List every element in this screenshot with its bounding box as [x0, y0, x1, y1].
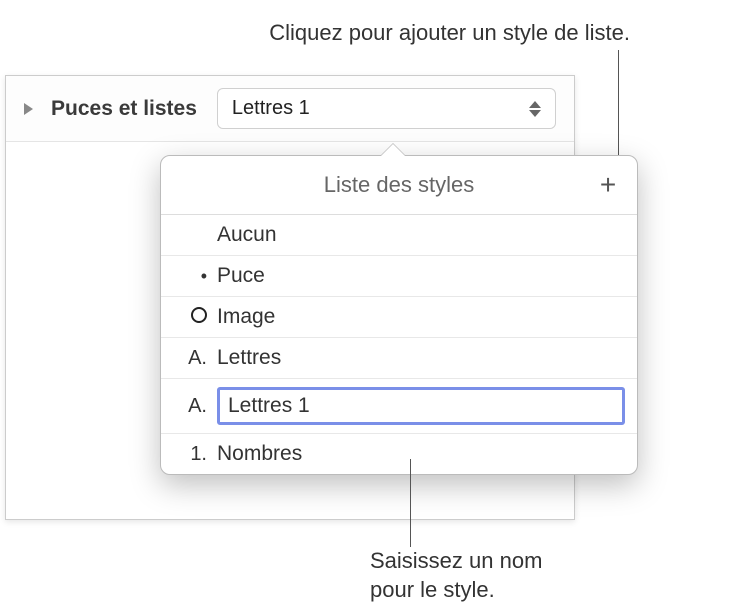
style-item-image[interactable]: Image — [161, 297, 637, 338]
style-list: Aucun Puce Image A. Lettres A. 1. Nombre… — [161, 215, 637, 474]
style-name-input[interactable] — [217, 387, 625, 425]
popover-title: Liste des styles — [324, 172, 474, 198]
callout-bottom-line2: pour le style. — [370, 576, 542, 605]
callout-bottom-line1: Saisissez un nom — [370, 547, 542, 576]
circle-icon — [173, 306, 217, 329]
marker-numbers: 1. — [173, 443, 217, 466]
dropdown-value: Lettres 1 — [232, 97, 310, 120]
style-label-numbers: Nombres — [217, 442, 625, 466]
bullet-icon — [173, 265, 217, 288]
list-style-dropdown[interactable]: Lettres 1 — [217, 88, 556, 129]
style-label-none: Aucun — [217, 223, 625, 247]
popover-title-bar: Liste des styles — [161, 156, 637, 215]
style-item-none[interactable]: Aucun — [161, 215, 637, 256]
chevron-updown-icon — [529, 101, 541, 117]
style-label-letters: Lettres — [217, 346, 625, 370]
style-item-bullet[interactable]: Puce — [161, 256, 637, 297]
style-item-letters[interactable]: A. Lettres — [161, 338, 637, 379]
add-style-button[interactable] — [595, 172, 621, 198]
style-label-bullet: Puce — [217, 264, 625, 288]
styles-popover: Liste des styles Aucun Puce Image A. Let… — [160, 155, 638, 475]
marker-letters: A. — [173, 347, 217, 370]
panel-header: Puces et listes Lettres 1 — [6, 76, 574, 142]
style-item-numbers[interactable]: 1. Nombres — [161, 434, 637, 474]
marker-letters1: A. — [173, 395, 217, 418]
callout-enter-name: Saisissez un nom pour le style. — [370, 547, 542, 604]
disclosure-triangle-icon[interactable] — [24, 103, 33, 115]
callout-add-style: Cliquez pour ajouter un style de liste. — [150, 20, 630, 46]
section-label: Puces et listes — [51, 97, 197, 121]
style-label-image: Image — [217, 305, 625, 329]
callout-line-bottom — [410, 459, 411, 547]
style-item-letters1-editing[interactable]: A. — [161, 379, 637, 434]
